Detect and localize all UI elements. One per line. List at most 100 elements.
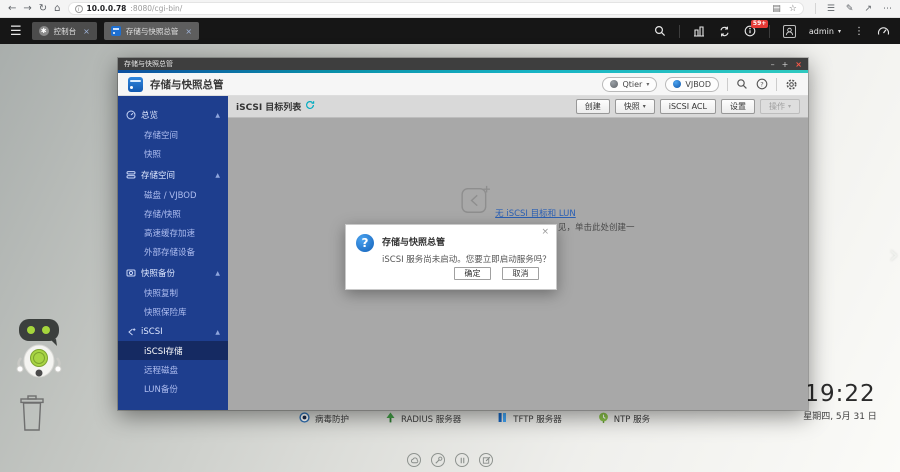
clock-date: 星期四, 5月 31 日 bbox=[788, 409, 892, 422]
sidebar-item-iscsi-storage[interactable]: iSCSI存储 bbox=[118, 341, 228, 360]
iscsi-empty-icon bbox=[460, 184, 492, 216]
divider bbox=[769, 25, 770, 38]
sidebar-section-storage[interactable]: 存储空间 ▲ bbox=[118, 165, 228, 185]
shortcut-label: TFTP 服务器 bbox=[513, 413, 561, 425]
chevron-up-icon: ▲ bbox=[215, 329, 220, 336]
content-toolbar: iSCSI 目标列表 创建 快照▾ iSCSI ACL 设置 操作▾ bbox=[228, 96, 808, 118]
qtier-button[interactable]: Qtier ▾ bbox=[602, 77, 657, 92]
url-host: 10.0.0.78 bbox=[87, 4, 127, 13]
service-shortcuts: 病毒防护 RADIUS 服务器 TFTP 服务器 NTP 服务 bbox=[299, 412, 650, 426]
qboost-robot-widget[interactable] bbox=[13, 318, 65, 383]
search-icon[interactable] bbox=[654, 25, 666, 37]
radius-server-icon bbox=[385, 412, 396, 426]
desktop-dock bbox=[0, 453, 900, 467]
window-titlebar[interactable]: 存储与快照总管 – + × bbox=[118, 58, 808, 70]
snapshot-backup-icon bbox=[126, 268, 136, 278]
list-title: iSCSI 目标列表 bbox=[236, 100, 301, 113]
shortcut-tftp-server[interactable]: TFTP 服务器 bbox=[497, 412, 561, 426]
sidebar: 总览 ▲ 存储空间 快照 存储空间 ▲ 磁盘 / VJBOD 存储/快照 高速缓… bbox=[118, 96, 228, 410]
section-label: 快照备份 bbox=[141, 267, 175, 279]
tab-control-panel[interactable]: ✱ 控制台 × bbox=[32, 22, 97, 40]
section-label: 总览 bbox=[141, 109, 158, 121]
tab-label: 控制台 bbox=[54, 26, 77, 37]
sidebar-item-cache-acceleration[interactable]: 高速缓存加速 bbox=[118, 223, 228, 242]
iscsi-acl-button[interactable]: iSCSI ACL bbox=[660, 99, 716, 114]
snapshot-button[interactable]: 快照▾ bbox=[615, 99, 655, 114]
shortcut-antivirus[interactable]: 病毒防护 bbox=[299, 412, 349, 426]
help-icon[interactable]: ? bbox=[756, 78, 768, 90]
chevron-up-icon: ▲ bbox=[215, 270, 220, 277]
vjbod-button[interactable]: VJBOD bbox=[665, 77, 719, 92]
ok-button[interactable]: 确定 bbox=[454, 267, 491, 280]
global-search-icon[interactable] bbox=[736, 78, 748, 90]
close-icon[interactable]: × bbox=[83, 27, 90, 36]
gear-icon: ✱ bbox=[39, 26, 49, 36]
reading-view-icon[interactable]: ▤ bbox=[772, 4, 781, 14]
create-button[interactable]: 创建 bbox=[576, 99, 610, 114]
sidebar-item-snapshot-replica[interactable]: 快照复制 bbox=[118, 283, 228, 302]
sidebar-item-external-storage[interactable]: 外部存储设备 bbox=[118, 242, 228, 261]
maximize-icon[interactable]: + bbox=[782, 60, 789, 69]
back-icon[interactable]: ← bbox=[8, 4, 16, 14]
shortcut-label: NTP 服务 bbox=[614, 413, 650, 425]
refresh-icon[interactable] bbox=[305, 100, 315, 113]
annotate-pen-icon[interactable]: ✎ bbox=[846, 4, 854, 14]
sidebar-item-snapshot-vault[interactable]: 快照保险库 bbox=[118, 302, 228, 321]
sidebar-item-snapshot[interactable]: 快照 bbox=[118, 144, 228, 163]
sidebar-item-storage-space[interactable]: 存储空间 bbox=[118, 125, 228, 144]
cloud-icon[interactable] bbox=[407, 453, 421, 467]
favorites-hub-icon[interactable]: ☰ bbox=[827, 4, 835, 14]
sidebar-section-iscsi[interactable]: iSCSI ▲ bbox=[118, 323, 228, 341]
dashboard-gauge-icon[interactable] bbox=[877, 25, 890, 38]
action-button[interactable]: 操作▾ bbox=[760, 99, 800, 114]
feedback-compose-icon[interactable] bbox=[479, 453, 493, 467]
user-avatar-icon[interactable] bbox=[783, 25, 796, 38]
cancel-button[interactable]: 取消 bbox=[502, 267, 539, 280]
settings-button[interactable]: 设置 bbox=[721, 99, 755, 114]
sidebar-item-storage-snapshot[interactable]: 存储/快照 bbox=[118, 204, 228, 223]
qts-taskbar: ☰ ✱ 控制台 × 存储与快照总管 × 59+ admin ▾ ⋮ bbox=[0, 18, 900, 44]
notifications-icon[interactable]: 59+ bbox=[744, 25, 756, 37]
disks-icon bbox=[126, 170, 136, 180]
dialog-title: 存储与快照总管 bbox=[382, 235, 551, 248]
address-bar[interactable]: i 10.0.0.78 :8080/cgi-bin/ ▤ ☆ bbox=[68, 2, 804, 15]
tab-label: 存储与快照总管 bbox=[126, 26, 179, 37]
question-icon: ? bbox=[356, 234, 374, 252]
settings-gear-icon[interactable] bbox=[785, 78, 798, 91]
divider bbox=[776, 78, 777, 91]
user-menu[interactable]: admin ▾ bbox=[809, 27, 841, 36]
create-target-link[interactable]: 无 iSCSI 目标和 LUN bbox=[495, 207, 576, 219]
divider bbox=[815, 3, 816, 14]
refresh-icon[interactable]: ↻ bbox=[39, 4, 47, 14]
shortcut-ntp-service[interactable]: NTP 服务 bbox=[598, 412, 650, 426]
recycle-bin-icon[interactable] bbox=[19, 395, 45, 434]
caret-down-icon: ▾ bbox=[838, 28, 841, 35]
caret-down-icon: ▾ bbox=[788, 103, 791, 110]
sidebar-item-disk-vjbod[interactable]: 磁盘 / VJBOD bbox=[118, 185, 228, 204]
external-device-sync-icon[interactable] bbox=[718, 25, 731, 38]
forward-icon[interactable]: → bbox=[23, 4, 31, 14]
more-options-icon[interactable]: ⋮ bbox=[854, 26, 864, 37]
tools-wrench-icon[interactable] bbox=[431, 453, 445, 467]
columns-pause-icon[interactable] bbox=[455, 453, 469, 467]
minimize-icon[interactable]: – bbox=[771, 60, 775, 69]
close-icon[interactable]: × bbox=[541, 227, 549, 237]
caret-down-icon: ▾ bbox=[643, 103, 646, 110]
sidebar-section-snapshot-backup[interactable]: 快照备份 ▲ bbox=[118, 263, 228, 283]
shortcut-radius-server[interactable]: RADIUS 服务器 bbox=[385, 412, 461, 426]
share-icon[interactable]: ↗ bbox=[864, 4, 872, 14]
close-icon[interactable]: × bbox=[185, 27, 192, 36]
background-tasks-icon[interactable] bbox=[693, 25, 705, 37]
home-icon[interactable]: ⌂ bbox=[54, 4, 60, 14]
close-icon[interactable]: × bbox=[795, 60, 802, 69]
tab-storage-snapshots[interactable]: 存储与快照总管 × bbox=[104, 22, 199, 40]
sidebar-section-overview[interactable]: 总览 ▲ bbox=[118, 105, 228, 125]
browser-more-icon[interactable]: ⋯ bbox=[883, 4, 892, 14]
sidebar-item-remote-disk[interactable]: 远程磁盘 bbox=[118, 360, 228, 379]
site-info-icon[interactable]: i bbox=[75, 5, 83, 13]
favorite-star-icon[interactable]: ☆ bbox=[789, 4, 797, 14]
main-menu-icon[interactable]: ☰ bbox=[10, 24, 22, 39]
iscsi-icon bbox=[126, 327, 136, 337]
next-desktop-arrow-icon[interactable]: › bbox=[889, 240, 899, 270]
sidebar-item-lun-backup[interactable]: LUN备份 bbox=[118, 379, 228, 398]
